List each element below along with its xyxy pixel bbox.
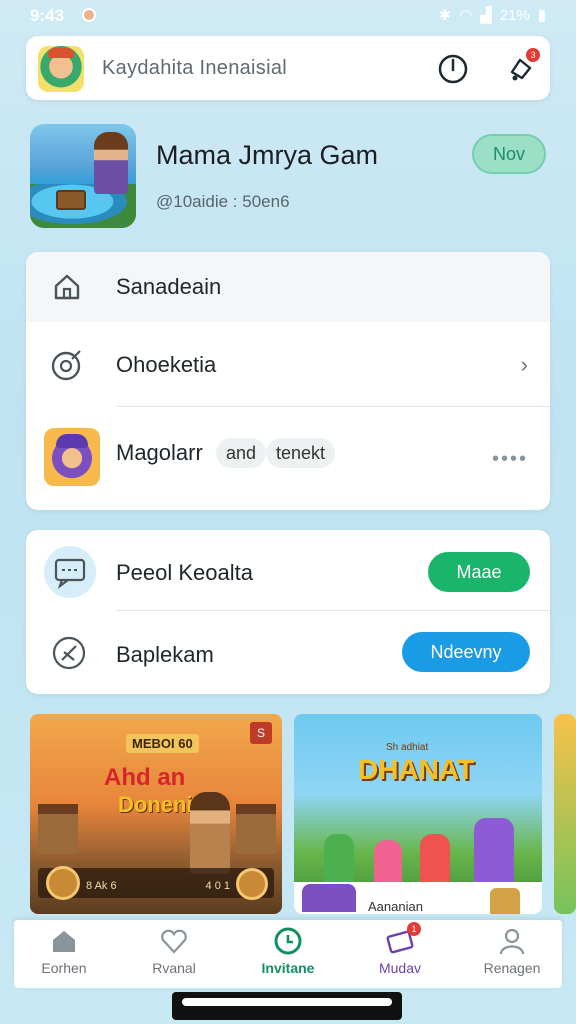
action-label: Baplekam [116, 642, 214, 667]
divider [116, 610, 550, 611]
nav-item-invite[interactable]: Invitane [238, 926, 338, 984]
banner-logo: Ahd an [104, 764, 186, 791]
ticket-icon: 1 [385, 922, 421, 956]
more-options-icon[interactable]: •••• [492, 448, 528, 471]
chevron-right-icon: › [520, 352, 528, 377]
wifi-icon: ◠ [459, 7, 473, 24]
nav-label: Renagen [483, 960, 541, 976]
status-bar: 9:43 ✱ ◠ ▟ 21% ▮ [0, 0, 576, 32]
actions-card: Peeol Keoalta Maae Baplekam Ndeevny [26, 530, 550, 694]
coin-icon [46, 866, 80, 900]
game-banner[interactable]: Sh adhiat DHANAT Aananian [294, 714, 542, 914]
coin-icon [236, 868, 268, 900]
menu-item-label: Magolarr [116, 440, 203, 465]
profile-avatar[interactable] [38, 46, 84, 92]
status-time: 9:43 [30, 6, 65, 25]
menu-item-label: Ohoeketia [116, 352, 217, 377]
game-subtitle: @10aidie : 50en6 [156, 192, 290, 211]
notification-bell-icon[interactable]: 3 [504, 48, 540, 86]
search-input[interactable]: Kaydahita Inenaisial [102, 57, 287, 80]
close-circle-icon [50, 634, 88, 672]
home-icon [49, 926, 79, 956]
nav-item-profile[interactable]: Renagen [462, 926, 562, 984]
banner-stat: 8 Ak 6 [86, 880, 117, 892]
clock-icon [273, 926, 303, 956]
target-icon [48, 346, 86, 384]
signal-icon: ▟ [480, 7, 492, 24]
menu-item-character[interactable]: Magolarr and tenekt •••• [26, 408, 550, 508]
game-title: Mama Jmrya Gam [156, 140, 379, 170]
hut-illustration [38, 804, 78, 854]
heart-icon [159, 926, 189, 956]
tag-pill[interactable]: and [216, 438, 267, 468]
bottom-nav: Eorhen Rvanal Invitane 1 Mudav Renagen [14, 920, 562, 988]
menu-item-home[interactable]: Sanadeain [26, 252, 550, 322]
status-icons: ✱ ◠ ▟ 21% ▮ [438, 6, 546, 25]
banner-top-label: MEBOI 60 [126, 734, 199, 753]
nav-item-monday[interactable]: 1 Mudav [350, 922, 450, 984]
user-icon [497, 926, 527, 956]
vibrate-icon: ✱ [438, 7, 452, 24]
nav-label: Invitane [261, 960, 315, 976]
power-icon[interactable] [436, 52, 470, 86]
notification-badge: 3 [526, 48, 540, 62]
banner-corner-badge: S [250, 722, 272, 744]
game-banner[interactable] [554, 714, 576, 914]
tag-pill[interactable]: tenekt [266, 438, 336, 468]
coin-icon [490, 888, 520, 914]
character-avatar [44, 428, 100, 486]
notification-dot-icon [82, 8, 96, 22]
banner-stat: 4 0 1 [205, 880, 230, 892]
battery-icon: ▮ [537, 7, 546, 24]
nav-badge: 1 [407, 922, 421, 936]
menu-card: Sanadeain Ohoeketia › Magolarr and tenek… [26, 252, 550, 510]
hut-illustration [236, 804, 276, 854]
character-avatar [302, 884, 356, 912]
thumbnail-chest [56, 190, 86, 210]
now-button[interactable]: Nov [472, 134, 546, 174]
nav-item-favorites[interactable]: Rvanal [124, 926, 224, 984]
banner-logo: DHANAT [358, 754, 475, 785]
divider [116, 406, 550, 407]
thumbnail-hero [94, 132, 128, 194]
chat-icon [44, 546, 96, 598]
home-indicator[interactable] [172, 992, 402, 1020]
banner-sub-label: Sh adhiat [386, 742, 429, 753]
character-illustration [190, 792, 230, 874]
game-thumbnail[interactable] [30, 124, 136, 228]
nav-label: Mudav [378, 960, 422, 976]
action-label: Peeol Keoalta [116, 560, 253, 585]
character-illustration [474, 818, 514, 890]
banner-caption: Aananian [368, 899, 423, 914]
game-banner[interactable]: MEBOI 60 S Ahd an Doneni 8 Ak 6 4 0 1 [30, 714, 282, 914]
banner-caption-strip: Aananian [294, 882, 542, 914]
battery-percent: 21% [499, 6, 530, 24]
banner-logo: Doneni [118, 792, 193, 817]
ndeevny-button[interactable]: Ndeevny [402, 632, 530, 672]
game-header: Mama Jmrya Gam @10aidie : 50en6 Nov [30, 124, 546, 232]
home-icon [48, 268, 86, 306]
nav-label: Eorhen [41, 960, 87, 976]
menu-item-target[interactable]: Ohoeketia › [26, 324, 550, 406]
maae-button[interactable]: Maae [428, 552, 530, 592]
menu-item-label: Sanadeain [116, 274, 222, 299]
search-bar[interactable]: Kaydahita Inenaisial 3 [26, 36, 550, 100]
nav-item-home[interactable]: Eorhen [14, 926, 114, 984]
nav-label: Rvanal [152, 960, 196, 976]
